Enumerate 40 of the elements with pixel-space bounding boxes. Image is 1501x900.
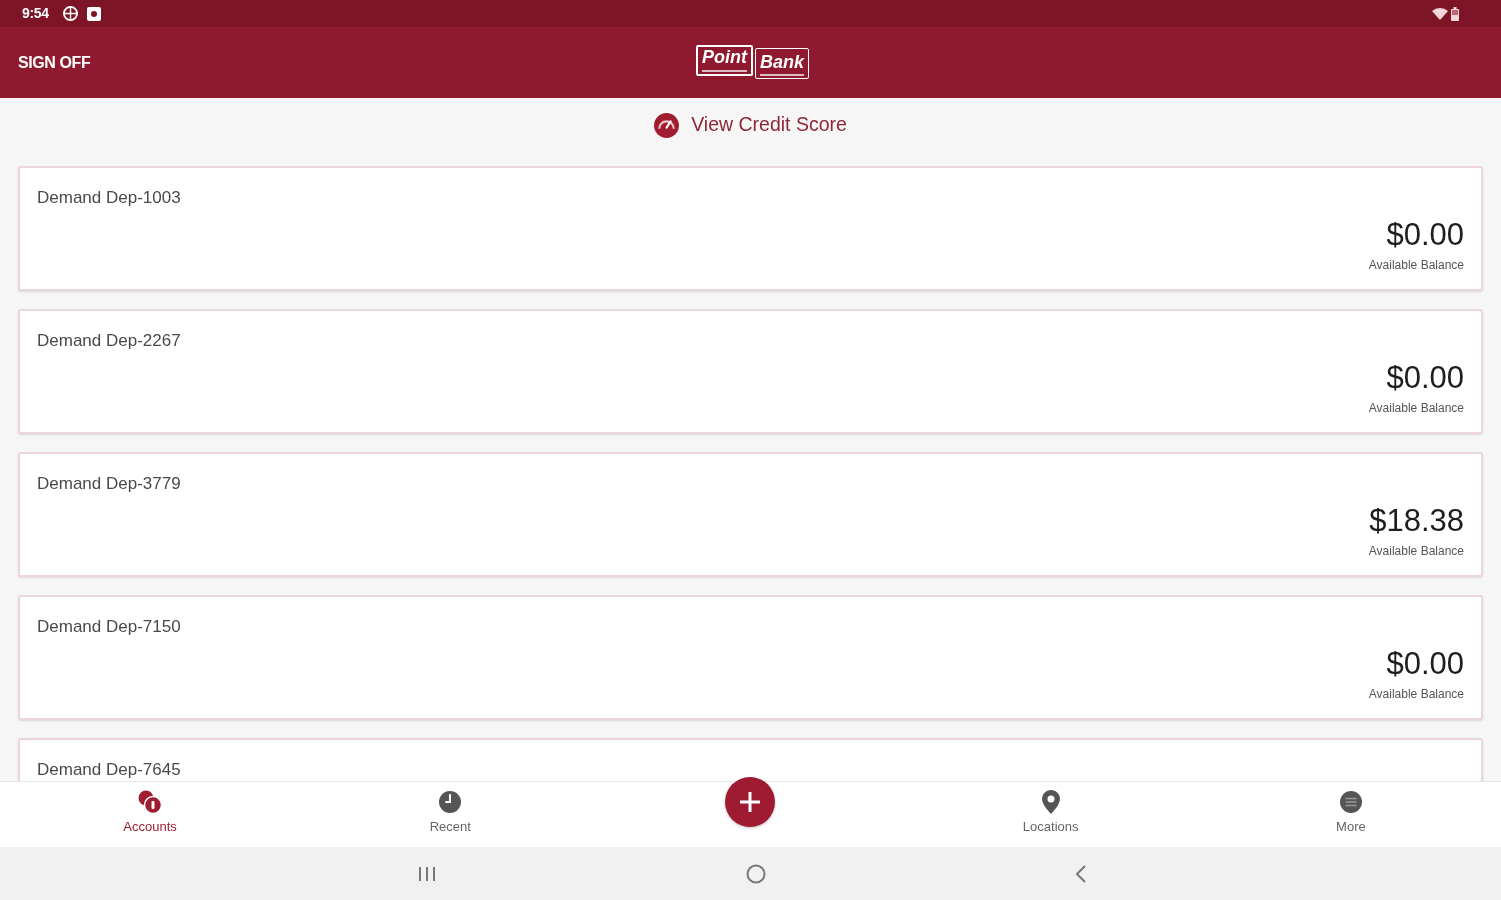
recents-icon[interactable] [417,865,436,882]
balance-label: Available Balance [1368,543,1464,559]
status-time: 9:54 [22,4,49,23]
home-icon[interactable] [745,863,766,884]
account-balance: $0.00 [1386,218,1464,252]
plus-icon [739,791,762,813]
account-card[interactable]: Demand Dep-7645 [18,738,1483,781]
account-name: Demand Dep-7645 [37,760,181,780]
nav-tab[interactable]: Locations [1022,782,1079,847]
gauge-icon [654,112,680,138]
globe-icon [62,6,78,21]
account-name: Demand Dep-7150 [37,617,181,637]
balance-label: Available Balance [1368,686,1464,702]
coins-icon [137,789,164,815]
account-card[interactable]: Demand Dep-2267 $0.00 Available Balance [18,309,1483,434]
account-card[interactable]: Demand Dep-7150 $0.00 Available Balance [18,595,1483,720]
battery-icon [1451,6,1459,21]
account-balance: $0.00 [1386,647,1464,681]
add-button[interactable] [725,777,776,827]
bank-logo: Point Bank [696,44,809,79]
balance-label: Available Balance [1368,257,1464,273]
account-name: Demand Dep-1003 [37,188,181,208]
account-balance: $18.38 [1369,504,1464,538]
notification-icon [86,6,101,21]
wifi-icon [1432,7,1448,20]
nav-tab[interactable]: Recent [429,782,471,847]
balance-label: Available Balance [1368,400,1464,416]
view-credit-score-link[interactable]: View Credit Score [654,110,847,140]
menu-icon [1338,790,1363,814]
account-name: Demand Dep-3779 [37,474,181,494]
nav-tab[interactable]: Accounts [123,782,177,847]
account-card[interactable]: Demand Dep-1003 $0.00 Available Balance [18,166,1483,291]
back-icon[interactable] [1075,864,1086,883]
clock-icon [438,790,463,814]
sign-off-button[interactable]: SIGN OFF [18,50,91,75]
map-pin-icon [1041,790,1060,814]
account-balance: $0.00 [1386,361,1464,395]
nav-tab[interactable]: More [1336,782,1366,847]
account-card[interactable]: Demand Dep-3779 $18.38 Available Balance [18,452,1483,577]
account-name: Demand Dep-2267 [37,331,181,351]
